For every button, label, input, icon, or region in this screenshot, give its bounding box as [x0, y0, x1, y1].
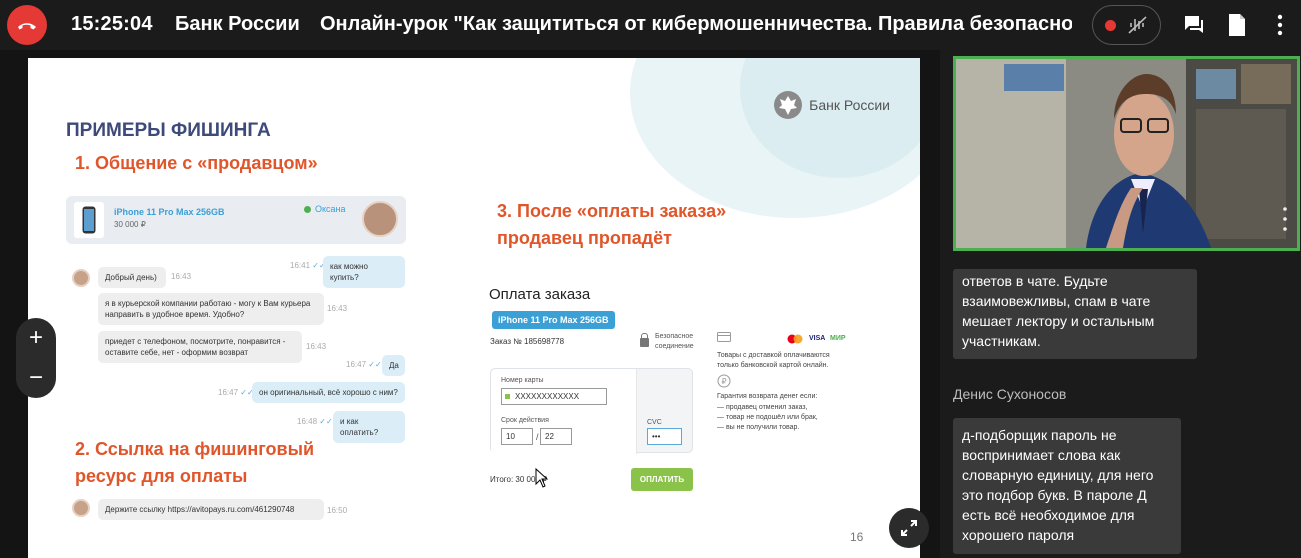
- visa-logo: VISA: [809, 335, 826, 342]
- secure-connection: Безопасное соединение: [640, 332, 697, 352]
- chat-message-text: ответов в чате. Будьте взаимовежливы, сп…: [962, 273, 1155, 349]
- chat-bubble-seller: Добрый день): [98, 267, 166, 288]
- message-time: 16:41 ✓✓: [290, 261, 326, 270]
- payment-product-badge: iPhone 11 Pro Max 256GB: [492, 311, 615, 329]
- card-lock-icon: [505, 394, 510, 399]
- svg-text:₽: ₽: [722, 377, 727, 386]
- more-vert-icon[interactable]: [1272, 13, 1288, 37]
- chat-message-text: д-подборщик пароль не воспринимает слова…: [962, 427, 1154, 543]
- zoom-in-button[interactable]: +: [16, 318, 56, 358]
- session-time: 15:25:04: [71, 13, 153, 35]
- section2-title: 2. Ссылка на фишинговый ресурс для оплаты: [75, 439, 315, 486]
- section1-title: 1. Общение с «продавцом»: [75, 153, 318, 173]
- section3-title: 3. После «оплаты заказа» продавец пропадё…: [497, 201, 727, 248]
- card-number-label: Номер карты: [501, 377, 544, 384]
- card-form: Номер карты XXXXXXXXXXXX Срок действия 1…: [490, 368, 693, 454]
- product-price: 30 000 ₽: [114, 220, 146, 229]
- side-panel: ответов в чате. Будьте взаимовежливы, сп…: [940, 50, 1301, 558]
- top-bar: 15:25:04 Банк России Онлайн-урок "Как за…: [0, 0, 1301, 50]
- message-time: 16:50: [327, 506, 348, 515]
- zoom-controls: + −: [16, 318, 56, 398]
- seller-avatar: [362, 201, 398, 237]
- chat-bubble-buyer: Да: [382, 355, 405, 376]
- zoom-out-button[interactable]: −: [16, 358, 56, 398]
- lock-icon: [640, 332, 649, 347]
- chat-message: д-подборщик пароль не воспринимает слова…: [953, 418, 1181, 554]
- chat-bubble-buyer: он оригинальный, всё хорошо с ним?: [252, 382, 405, 403]
- message-time: 16:43: [327, 304, 348, 313]
- audio-wave-icon: [1128, 16, 1147, 34]
- guarantee-item: — товар не подошёл или брак,: [717, 414, 818, 421]
- payment-title: Оплата заказа: [489, 286, 591, 303]
- mastercard-icon: [787, 334, 803, 344]
- expiry-label: Срок действия: [501, 417, 549, 424]
- chat-message: ответов в чате. Будьте взаимовежливы, сп…: [953, 269, 1197, 359]
- message-time: 16:47 ✓✓: [218, 388, 254, 397]
- presentation-slide: Банк России ПРИМЕРЫ ФИШИНГА 1. Общение с…: [28, 58, 920, 558]
- expiry-month-field[interactable]: 10: [501, 428, 533, 445]
- record-dot-icon: [1105, 19, 1116, 31]
- bank-logo: Банк России: [773, 90, 890, 120]
- speaker-video[interactable]: [953, 56, 1300, 251]
- chat-icon[interactable]: [1182, 13, 1206, 37]
- product-name: iPhone 11 Pro Max 256GB: [114, 207, 225, 217]
- refund-icon: ₽: [717, 374, 731, 388]
- seller-label: Оксана: [315, 204, 346, 214]
- product-card: iPhone 11 Pro Max 256GB 30 000 ₽ Оксана: [66, 196, 406, 244]
- speaker-video-frame: [956, 59, 1297, 248]
- guarantee-item: — продавец отменил заказ,: [717, 404, 808, 411]
- chat-author: Денис Сухоносов: [953, 386, 1067, 402]
- chat-bubble-buyer: как можно купить?: [323, 256, 405, 288]
- card-number-field[interactable]: XXXXXXXXXXXX: [501, 388, 607, 405]
- order-number: Заказ № 185698778: [490, 337, 565, 346]
- expand-icon: [901, 520, 917, 536]
- payment-info-text: Товары с доставкой оплачиваются только б…: [717, 352, 830, 369]
- slide-heading: ПРИМЕРЫ ФИШИНГА: [66, 120, 271, 141]
- chat-bubble-seller: я в курьерской компании работаю - могу к…: [98, 293, 324, 325]
- expiry-year-field[interactable]: 22: [540, 428, 572, 445]
- fullscreen-button[interactable]: [889, 508, 929, 548]
- organizer-name: Банк России: [175, 13, 300, 35]
- card-icon: [717, 332, 731, 342]
- cvc-label: CVC: [647, 419, 662, 426]
- pay-button[interactable]: ОПЛАТИТЬ: [631, 468, 693, 491]
- mir-logo: МИР: [830, 335, 846, 342]
- phone-hangup-icon: [18, 23, 36, 30]
- eagle-emblem-icon: [774, 91, 803, 119]
- end-call-button[interactable]: [7, 5, 47, 45]
- document-icon[interactable]: [1227, 13, 1247, 37]
- chat-bubble-buyer: и как оплатить?: [333, 411, 405, 443]
- slide-page-number: 16: [850, 530, 864, 544]
- mouse-cursor-icon: [535, 468, 549, 488]
- guarantee-title: Гарантия возврата денег если:: [717, 393, 818, 400]
- seller-name: Оксана: [304, 204, 346, 214]
- seller-avatar-small: [72, 499, 90, 517]
- presentation-stage: Банк России ПРИМЕРЫ ФИШИНГА 1. Общение с…: [0, 50, 940, 558]
- seller-avatar-small: [72, 269, 90, 287]
- meeting-title: Онлайн-урок "Как защититься от кибермоше…: [320, 13, 1072, 35]
- message-time: 16:48 ✓✓: [297, 417, 333, 426]
- phone-thumbnail-icon: [74, 202, 104, 238]
- online-status-icon: [304, 205, 311, 213]
- bank-logo-text: Банк России: [809, 97, 890, 113]
- cvc-field[interactable]: •••: [647, 428, 682, 445]
- guarantee-item: — вы не получили товар.: [717, 424, 800, 431]
- chat-bubble-seller: приедет с телефоном, посмотрите, понрави…: [98, 331, 302, 363]
- message-time: 16:43: [306, 342, 327, 351]
- phishing-link-bubble: Держите ссылку https://avitopays.ru.com/…: [98, 499, 324, 520]
- message-time: 16:47 ✓✓: [346, 360, 382, 369]
- message-time: 16:43: [171, 272, 192, 281]
- recording-indicator[interactable]: [1092, 5, 1161, 45]
